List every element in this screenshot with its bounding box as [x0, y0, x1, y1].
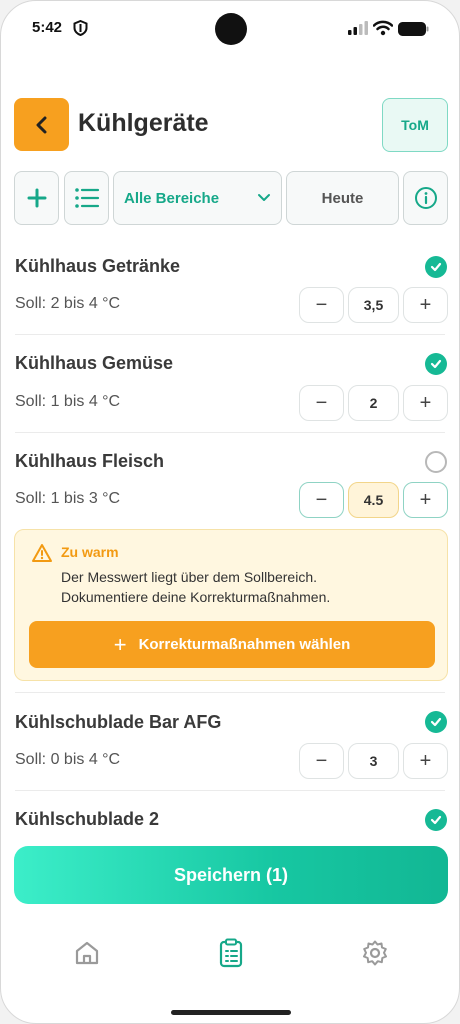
- back-button[interactable]: [14, 98, 69, 151]
- user-avatar-button[interactable]: ToM: [382, 98, 448, 152]
- item-title: Kühlhaus Getränke: [15, 256, 181, 276]
- divider: [15, 790, 445, 791]
- front-camera: [215, 13, 247, 45]
- home-indicator: [171, 1010, 291, 1015]
- date-label: Heute: [321, 189, 364, 207]
- shield-icon: [73, 20, 88, 36]
- warning-triangle-icon: [32, 544, 52, 562]
- check-icon[interactable]: [425, 809, 447, 831]
- cellular-signal-icon: [348, 21, 368, 35]
- temperature-value[interactable]: 3,5: [348, 287, 399, 323]
- nav-settings[interactable]: [358, 936, 392, 970]
- chevron-left-icon: [36, 116, 46, 133]
- check-icon[interactable]: [425, 353, 447, 375]
- nav-home[interactable]: [70, 936, 104, 970]
- battery-icon: [398, 22, 429, 36]
- info-icon: [414, 187, 437, 209]
- gear-icon: [363, 940, 387, 966]
- increment-button[interactable]: +: [403, 385, 448, 421]
- status-bar: 5:42: [1, 1, 459, 57]
- warning-box: Zu warm Der Messwert liegt über dem Soll…: [14, 529, 448, 681]
- decrement-button[interactable]: −: [299, 743, 344, 779]
- decrement-button[interactable]: −: [299, 482, 344, 518]
- temperature-value[interactable]: 4.5: [348, 482, 399, 518]
- temperature-value[interactable]: 3: [348, 743, 399, 779]
- increment-button[interactable]: +: [403, 287, 448, 323]
- unchecked-circle-icon[interactable]: [425, 451, 447, 473]
- status-time: 5:42: [32, 19, 63, 36]
- check-icon[interactable]: [425, 256, 447, 278]
- plus-icon: +: [113, 631, 127, 657]
- info-button[interactable]: [403, 171, 448, 225]
- item-target-range: Soll: 0 bis 4 °C: [15, 751, 121, 768]
- add-button[interactable]: [14, 171, 59, 225]
- check-icon[interactable]: [425, 711, 447, 733]
- list-view-button[interactable]: [64, 171, 109, 225]
- area-select-value: Alle Bereiche: [124, 189, 220, 207]
- warning-title: Zu warm: [61, 544, 119, 560]
- item-target-range: Soll: 1 bis 3 °C: [15, 490, 121, 507]
- item-target-range: Soll: 2 bis 4 °C: [15, 295, 121, 312]
- area-select[interactable]: Alle Bereiche: [113, 171, 282, 225]
- item-title: Kühlschublade Bar AFG: [15, 712, 222, 732]
- divider: [15, 692, 445, 693]
- choose-corrective-actions-button[interactable]: + Korrekturmaßnahmen wählen: [29, 621, 435, 668]
- clipboard-icon: [219, 938, 243, 968]
- corrective-actions-label: Korrekturmaßnahmen wählen: [138, 636, 351, 653]
- item-title: Kühlhaus Fleisch: [15, 451, 165, 471]
- plus-icon: [27, 188, 46, 208]
- item-target-range: Soll: 1 bis 4 °C: [15, 393, 121, 410]
- save-button[interactable]: Speichern (1): [14, 846, 448, 904]
- temperature-value[interactable]: 2: [348, 385, 399, 421]
- app-screen: 5:42 Kühlgeräte ToM Alle Bereiche Heute …: [0, 0, 460, 1024]
- wifi-icon: [373, 20, 393, 36]
- chevron-down-icon: [258, 194, 270, 201]
- date-button[interactable]: Heute: [286, 171, 399, 225]
- increment-button[interactable]: +: [403, 743, 448, 779]
- increment-button[interactable]: +: [403, 482, 448, 518]
- divider: [15, 334, 445, 335]
- warning-text-line1: Der Messwert liegt über dem Sollbereich.: [61, 569, 317, 585]
- item-title: Kühlschublade 2: [15, 809, 160, 829]
- item-title: Kühlhaus Gemüse: [15, 353, 174, 373]
- decrement-button[interactable]: −: [299, 385, 344, 421]
- list-icon: [74, 188, 99, 208]
- page-title: Kühlgeräte: [78, 109, 209, 137]
- warning-text-line2: Dokumentiere deine Korrekturmaßnahmen.: [61, 589, 331, 605]
- home-icon: [75, 941, 99, 965]
- decrement-button[interactable]: −: [299, 287, 344, 323]
- nav-checklist[interactable]: [214, 936, 248, 970]
- divider: [15, 432, 445, 433]
